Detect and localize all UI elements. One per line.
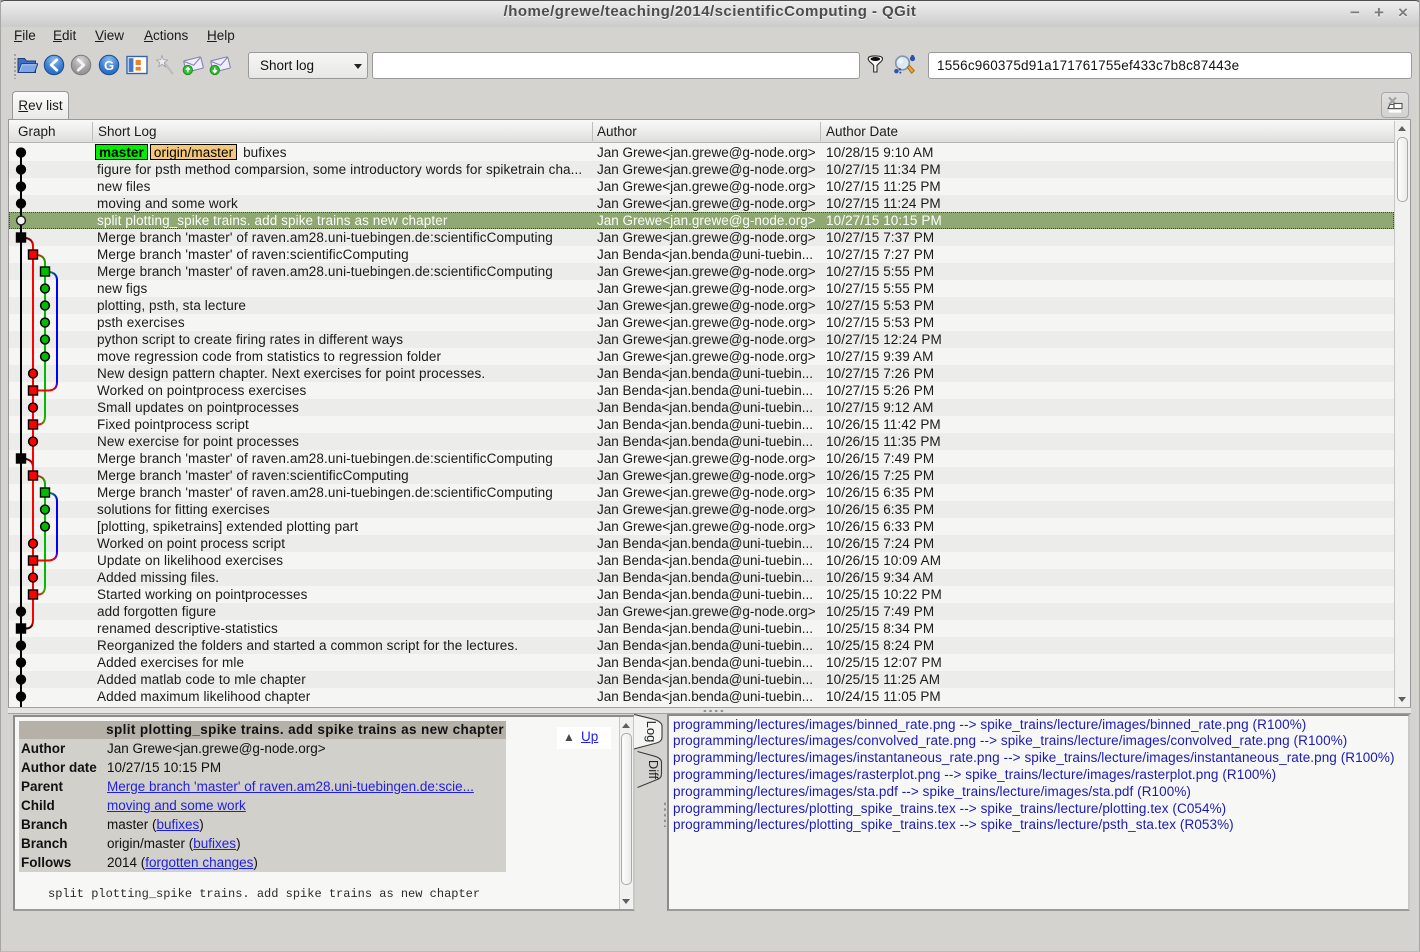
svg-text:Log: Log [644, 721, 659, 743]
svg-text:G: G [104, 58, 114, 73]
svg-text:Diff: Diff [646, 760, 661, 780]
